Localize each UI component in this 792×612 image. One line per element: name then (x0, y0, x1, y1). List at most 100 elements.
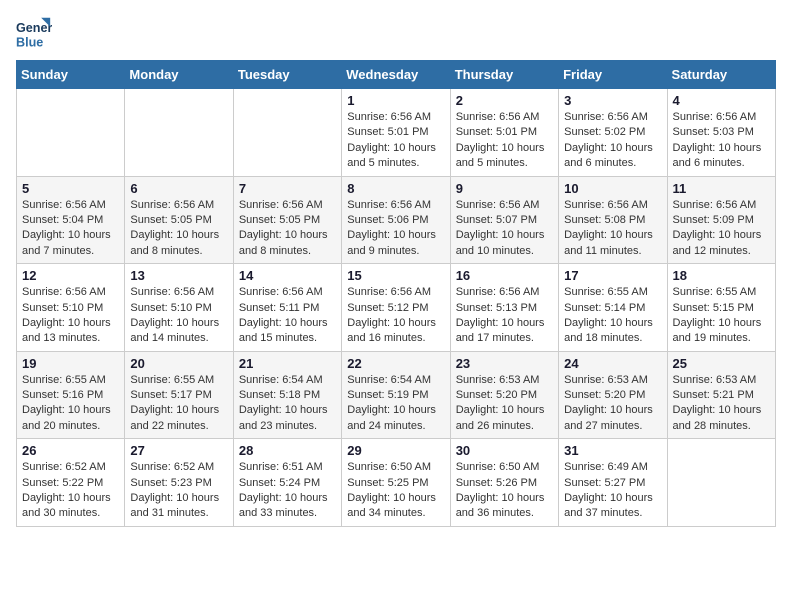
day-number: 14 (239, 268, 336, 283)
calendar-cell: 11 Sunrise: 6:56 AM Sunset: 5:09 PM Dayli… (667, 176, 775, 264)
day-info: Sunrise: 6:56 AM Sunset: 5:01 PM Dayligh… (347, 110, 444, 172)
calendar-cell: 25 Sunrise: 6:53 AM Sunset: 5:21 PM Dayli… (667, 351, 775, 439)
week-row-1: 5 Sunrise: 6:56 AM Sunset: 5:04 PM Daylig… (17, 176, 776, 264)
day-number: 20 (130, 356, 227, 371)
day-number: 23 (456, 356, 553, 371)
week-row-4: 26Sunrise: 6:52 AM Sunset: 5:22 PM Dayli… (17, 439, 776, 527)
calendar-cell: 24 Sunrise: 6:53 AM Sunset: 5:20 PM Dayli… (559, 351, 667, 439)
calendar-cell: 1 Sunrise: 6:56 AM Sunset: 5:01 PM Daylig… (342, 89, 450, 177)
calendar-cell: 3 Sunrise: 6:56 AM Sunset: 5:02 PM Daylig… (559, 89, 667, 177)
day-info: Sunrise: 6:53 AM Sunset: 5:21 PM Dayligh… (673, 373, 770, 435)
day-number: 21 (239, 356, 336, 371)
day-number: 26 (22, 443, 119, 458)
day-info: Sunrise: 6:49 AM Sunset: 5:27 PM Dayligh… (564, 460, 661, 522)
calendar-cell: 31Sunrise: 6:49 AM Sunset: 5:27 PM Dayli… (559, 439, 667, 527)
calendar-cell: 28 Sunrise: 6:51 AM Sunset: 5:24 PM Dayli… (233, 439, 341, 527)
day-info: Sunrise: 6:53 AM Sunset: 5:20 PM Dayligh… (456, 373, 553, 435)
day-number: 22 (347, 356, 444, 371)
day-number: 10 (564, 181, 661, 196)
calendar-cell: 20 Sunrise: 6:55 AM Sunset: 5:17 PM Dayli… (125, 351, 233, 439)
days-header-row: SundayMondayTuesdayWednesdayThursdayFrid… (17, 61, 776, 89)
day-info: Sunrise: 6:56 AM Sunset: 5:10 PM Dayligh… (22, 285, 119, 347)
calendar-cell: 5 Sunrise: 6:56 AM Sunset: 5:04 PM Daylig… (17, 176, 125, 264)
calendar-cell: 27 Sunrise: 6:52 AM Sunset: 5:23 PM Dayli… (125, 439, 233, 527)
calendar-cell: 22 Sunrise: 6:54 AM Sunset: 5:19 PM Dayli… (342, 351, 450, 439)
day-header-saturday: Saturday (667, 61, 775, 89)
day-number: 24 (564, 356, 661, 371)
day-number: 2 (456, 93, 553, 108)
calendar-cell: 12 Sunrise: 6:56 AM Sunset: 5:10 PM Dayli… (17, 264, 125, 352)
week-row-2: 12 Sunrise: 6:56 AM Sunset: 5:10 PM Dayli… (17, 264, 776, 352)
week-row-3: 19Sunrise: 6:55 AM Sunset: 5:16 PM Dayli… (17, 351, 776, 439)
day-info: Sunrise: 6:56 AM Sunset: 5:01 PM Dayligh… (456, 110, 553, 172)
day-info: Sunrise: 6:52 AM Sunset: 5:23 PM Dayligh… (130, 460, 227, 522)
day-info: Sunrise: 6:51 AM Sunset: 5:24 PM Dayligh… (239, 460, 336, 522)
day-number: 15 (347, 268, 444, 283)
calendar-cell: 10 Sunrise: 6:56 AM Sunset: 5:08 PM Dayli… (559, 176, 667, 264)
calendar-cell: 4 Sunrise: 6:56 AM Sunset: 5:03 PM Daylig… (667, 89, 775, 177)
calendar-cell: 6 Sunrise: 6:56 AM Sunset: 5:05 PM Daylig… (125, 176, 233, 264)
day-info: Sunrise: 6:50 AM Sunset: 5:25 PM Dayligh… (347, 460, 444, 522)
day-header-thursday: Thursday (450, 61, 558, 89)
day-number: 17 (564, 268, 661, 283)
calendar-cell: 14Sunrise: 6:56 AM Sunset: 5:11 PM Dayli… (233, 264, 341, 352)
day-info: Sunrise: 6:56 AM Sunset: 5:07 PM Dayligh… (456, 198, 553, 260)
day-header-sunday: Sunday (17, 61, 125, 89)
day-header-tuesday: Tuesday (233, 61, 341, 89)
calendar-cell: 16Sunrise: 6:56 AM Sunset: 5:13 PM Dayli… (450, 264, 558, 352)
logo-icon: GeneralBlue (16, 16, 52, 52)
calendar-cell (667, 439, 775, 527)
day-number: 9 (456, 181, 553, 196)
day-number: 11 (673, 181, 770, 196)
calendar-cell: 17 Sunrise: 6:55 AM Sunset: 5:14 PM Dayli… (559, 264, 667, 352)
calendar-cell: 26Sunrise: 6:52 AM Sunset: 5:22 PM Dayli… (17, 439, 125, 527)
calendar-cell: 13 Sunrise: 6:56 AM Sunset: 5:10 PM Dayli… (125, 264, 233, 352)
calendar-cell: 19Sunrise: 6:55 AM Sunset: 5:16 PM Dayli… (17, 351, 125, 439)
calendar-cell (233, 89, 341, 177)
day-number: 29 (347, 443, 444, 458)
calendar-cell: 30Sunrise: 6:50 AM Sunset: 5:26 PM Dayli… (450, 439, 558, 527)
day-number: 28 (239, 443, 336, 458)
day-number: 13 (130, 268, 227, 283)
day-number: 3 (564, 93, 661, 108)
day-info: Sunrise: 6:56 AM Sunset: 5:03 PM Dayligh… (673, 110, 770, 172)
day-header-friday: Friday (559, 61, 667, 89)
day-info: Sunrise: 6:56 AM Sunset: 5:05 PM Dayligh… (130, 198, 227, 260)
day-number: 12 (22, 268, 119, 283)
svg-text:Blue: Blue (16, 36, 43, 50)
day-info: Sunrise: 6:54 AM Sunset: 5:18 PM Dayligh… (239, 373, 336, 435)
day-info: Sunrise: 6:56 AM Sunset: 5:10 PM Dayligh… (130, 285, 227, 347)
day-info: Sunrise: 6:56 AM Sunset: 5:02 PM Dayligh… (564, 110, 661, 172)
day-info: Sunrise: 6:53 AM Sunset: 5:20 PM Dayligh… (564, 373, 661, 435)
page-header: GeneralBlue (16, 16, 776, 52)
calendar-cell: 23 Sunrise: 6:53 AM Sunset: 5:20 PM Dayli… (450, 351, 558, 439)
day-info: Sunrise: 6:56 AM Sunset: 5:09 PM Dayligh… (673, 198, 770, 260)
day-info: Sunrise: 6:55 AM Sunset: 5:14 PM Dayligh… (564, 285, 661, 347)
calendar-cell: 21 Sunrise: 6:54 AM Sunset: 5:18 PM Dayli… (233, 351, 341, 439)
calendar-cell: 2 Sunrise: 6:56 AM Sunset: 5:01 PM Daylig… (450, 89, 558, 177)
day-info: Sunrise: 6:56 AM Sunset: 5:05 PM Dayligh… (239, 198, 336, 260)
day-number: 25 (673, 356, 770, 371)
day-header-monday: Monday (125, 61, 233, 89)
day-number: 1 (347, 93, 444, 108)
day-info: Sunrise: 6:54 AM Sunset: 5:19 PM Dayligh… (347, 373, 444, 435)
day-number: 18 (673, 268, 770, 283)
logo: GeneralBlue (16, 16, 56, 52)
day-info: Sunrise: 6:55 AM Sunset: 5:17 PM Dayligh… (130, 373, 227, 435)
calendar-cell: 18 Sunrise: 6:55 AM Sunset: 5:15 PM Dayli… (667, 264, 775, 352)
day-info: Sunrise: 6:56 AM Sunset: 5:08 PM Dayligh… (564, 198, 661, 260)
svg-text:General: General (16, 21, 52, 35)
day-number: 8 (347, 181, 444, 196)
day-number: 27 (130, 443, 227, 458)
day-info: Sunrise: 6:56 AM Sunset: 5:06 PM Dayligh… (347, 198, 444, 260)
calendar-cell: 9 Sunrise: 6:56 AM Sunset: 5:07 PM Daylig… (450, 176, 558, 264)
day-number: 6 (130, 181, 227, 196)
day-number: 19 (22, 356, 119, 371)
day-info: Sunrise: 6:56 AM Sunset: 5:04 PM Dayligh… (22, 198, 119, 260)
calendar-cell: 15Sunrise: 6:56 AM Sunset: 5:12 PM Dayli… (342, 264, 450, 352)
day-header-wednesday: Wednesday (342, 61, 450, 89)
calendar-cell (17, 89, 125, 177)
day-info: Sunrise: 6:55 AM Sunset: 5:15 PM Dayligh… (673, 285, 770, 347)
day-number: 5 (22, 181, 119, 196)
day-number: 4 (673, 93, 770, 108)
